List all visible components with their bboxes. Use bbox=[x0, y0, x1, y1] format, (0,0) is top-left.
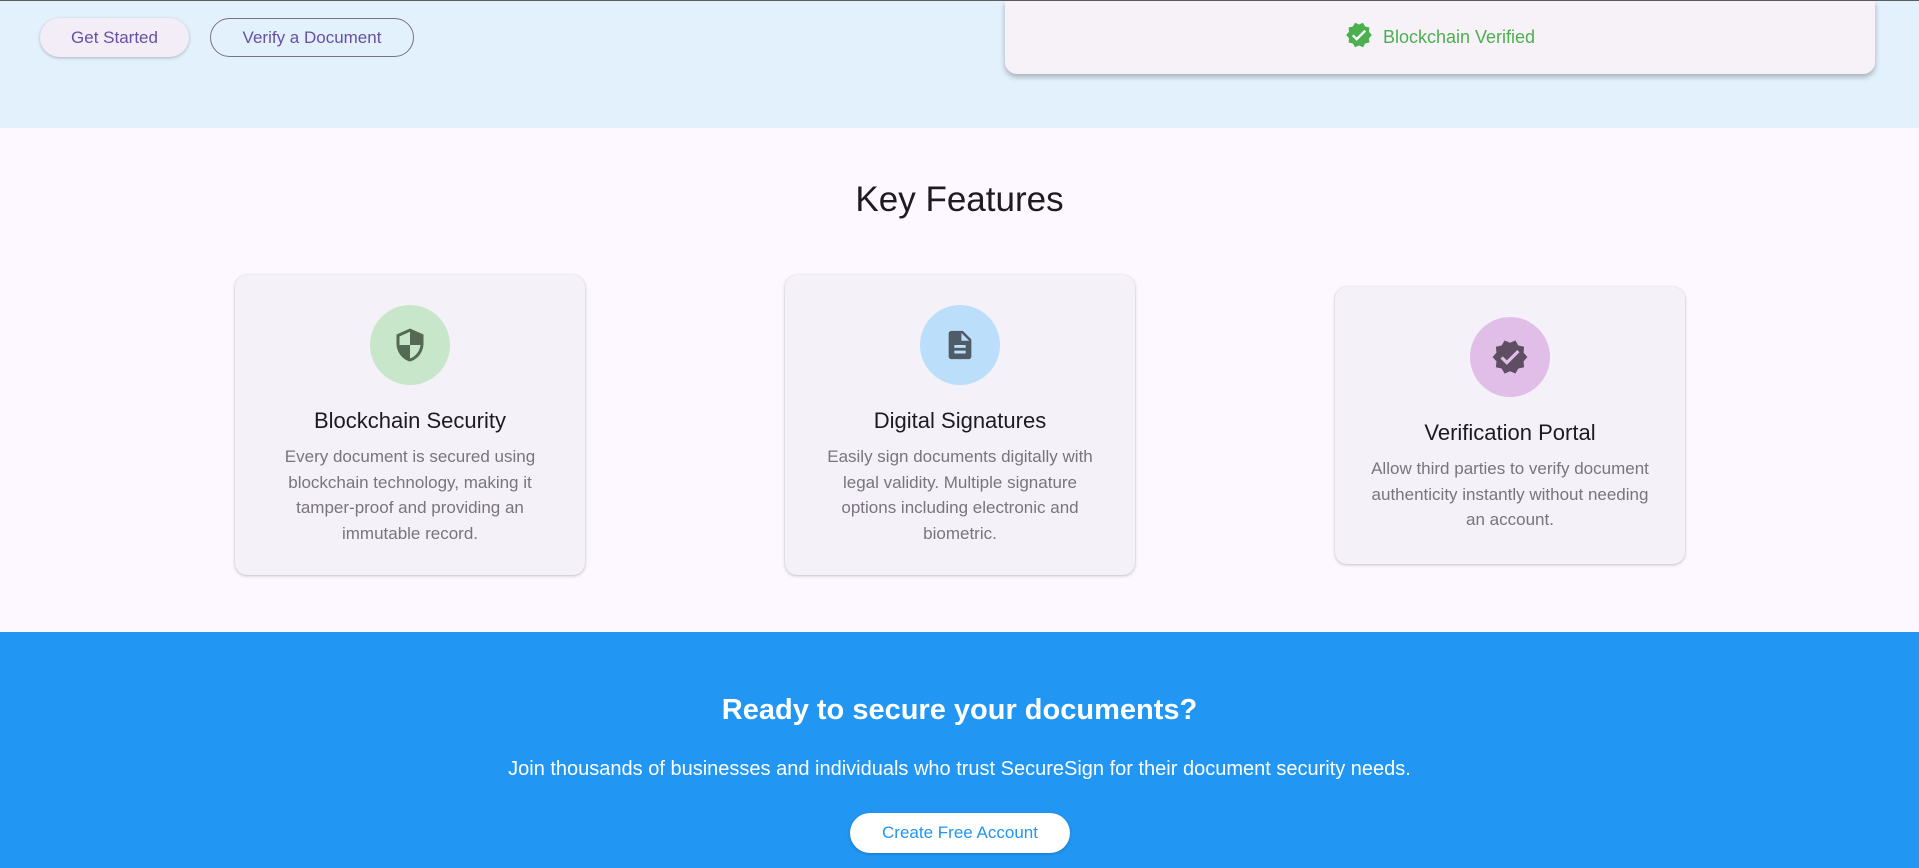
shield-icon bbox=[396, 328, 424, 362]
document-icon bbox=[948, 330, 972, 360]
feature-title: Digital Signatures bbox=[873, 408, 1047, 433]
feature-icon-container bbox=[920, 305, 1000, 385]
feature-icon-container bbox=[1470, 317, 1550, 397]
feature-card-verification-portal: Verification Portal Allow third parties … bbox=[1335, 287, 1685, 564]
verification-status-card: Blockchain Verified bbox=[1005, 1, 1875, 74]
feature-card-blockchain-security: Blockchain Security Every document is se… bbox=[235, 275, 585, 575]
cta-section: Ready to secure your documents? Join tho… bbox=[0, 632, 1919, 868]
create-free-account-button[interactable]: Create Free Account bbox=[850, 813, 1070, 853]
verify-document-button[interactable]: Verify a Document bbox=[210, 18, 414, 57]
feature-title: Blockchain Security bbox=[314, 408, 506, 433]
features-heading: Key Features bbox=[855, 180, 1064, 219]
feature-description: Every document is secured using blockcha… bbox=[284, 447, 536, 543]
feature-title: Verification Portal bbox=[1424, 420, 1596, 445]
cta-subtitle: Join thousands of businesses and individ… bbox=[508, 758, 1411, 780]
get-started-button[interactable]: Get Started bbox=[40, 18, 189, 57]
verified-icon bbox=[1492, 340, 1528, 374]
verified-badge-icon bbox=[1345, 21, 1373, 54]
feature-description: Easily sign documents digitally with leg… bbox=[827, 447, 1093, 543]
feature-card-digital-signatures: Digital Signatures Easily sign documents… bbox=[785, 275, 1135, 575]
feature-icon-container bbox=[370, 305, 450, 385]
feature-description: Allow third parties to verify document a… bbox=[1371, 459, 1649, 529]
verified-status-text: Blockchain Verified bbox=[1382, 27, 1536, 47]
hero-section: Get Started Verify a Document Blockchain… bbox=[0, 0, 1919, 128]
cta-title: Ready to secure your documents? bbox=[721, 694, 1198, 726]
